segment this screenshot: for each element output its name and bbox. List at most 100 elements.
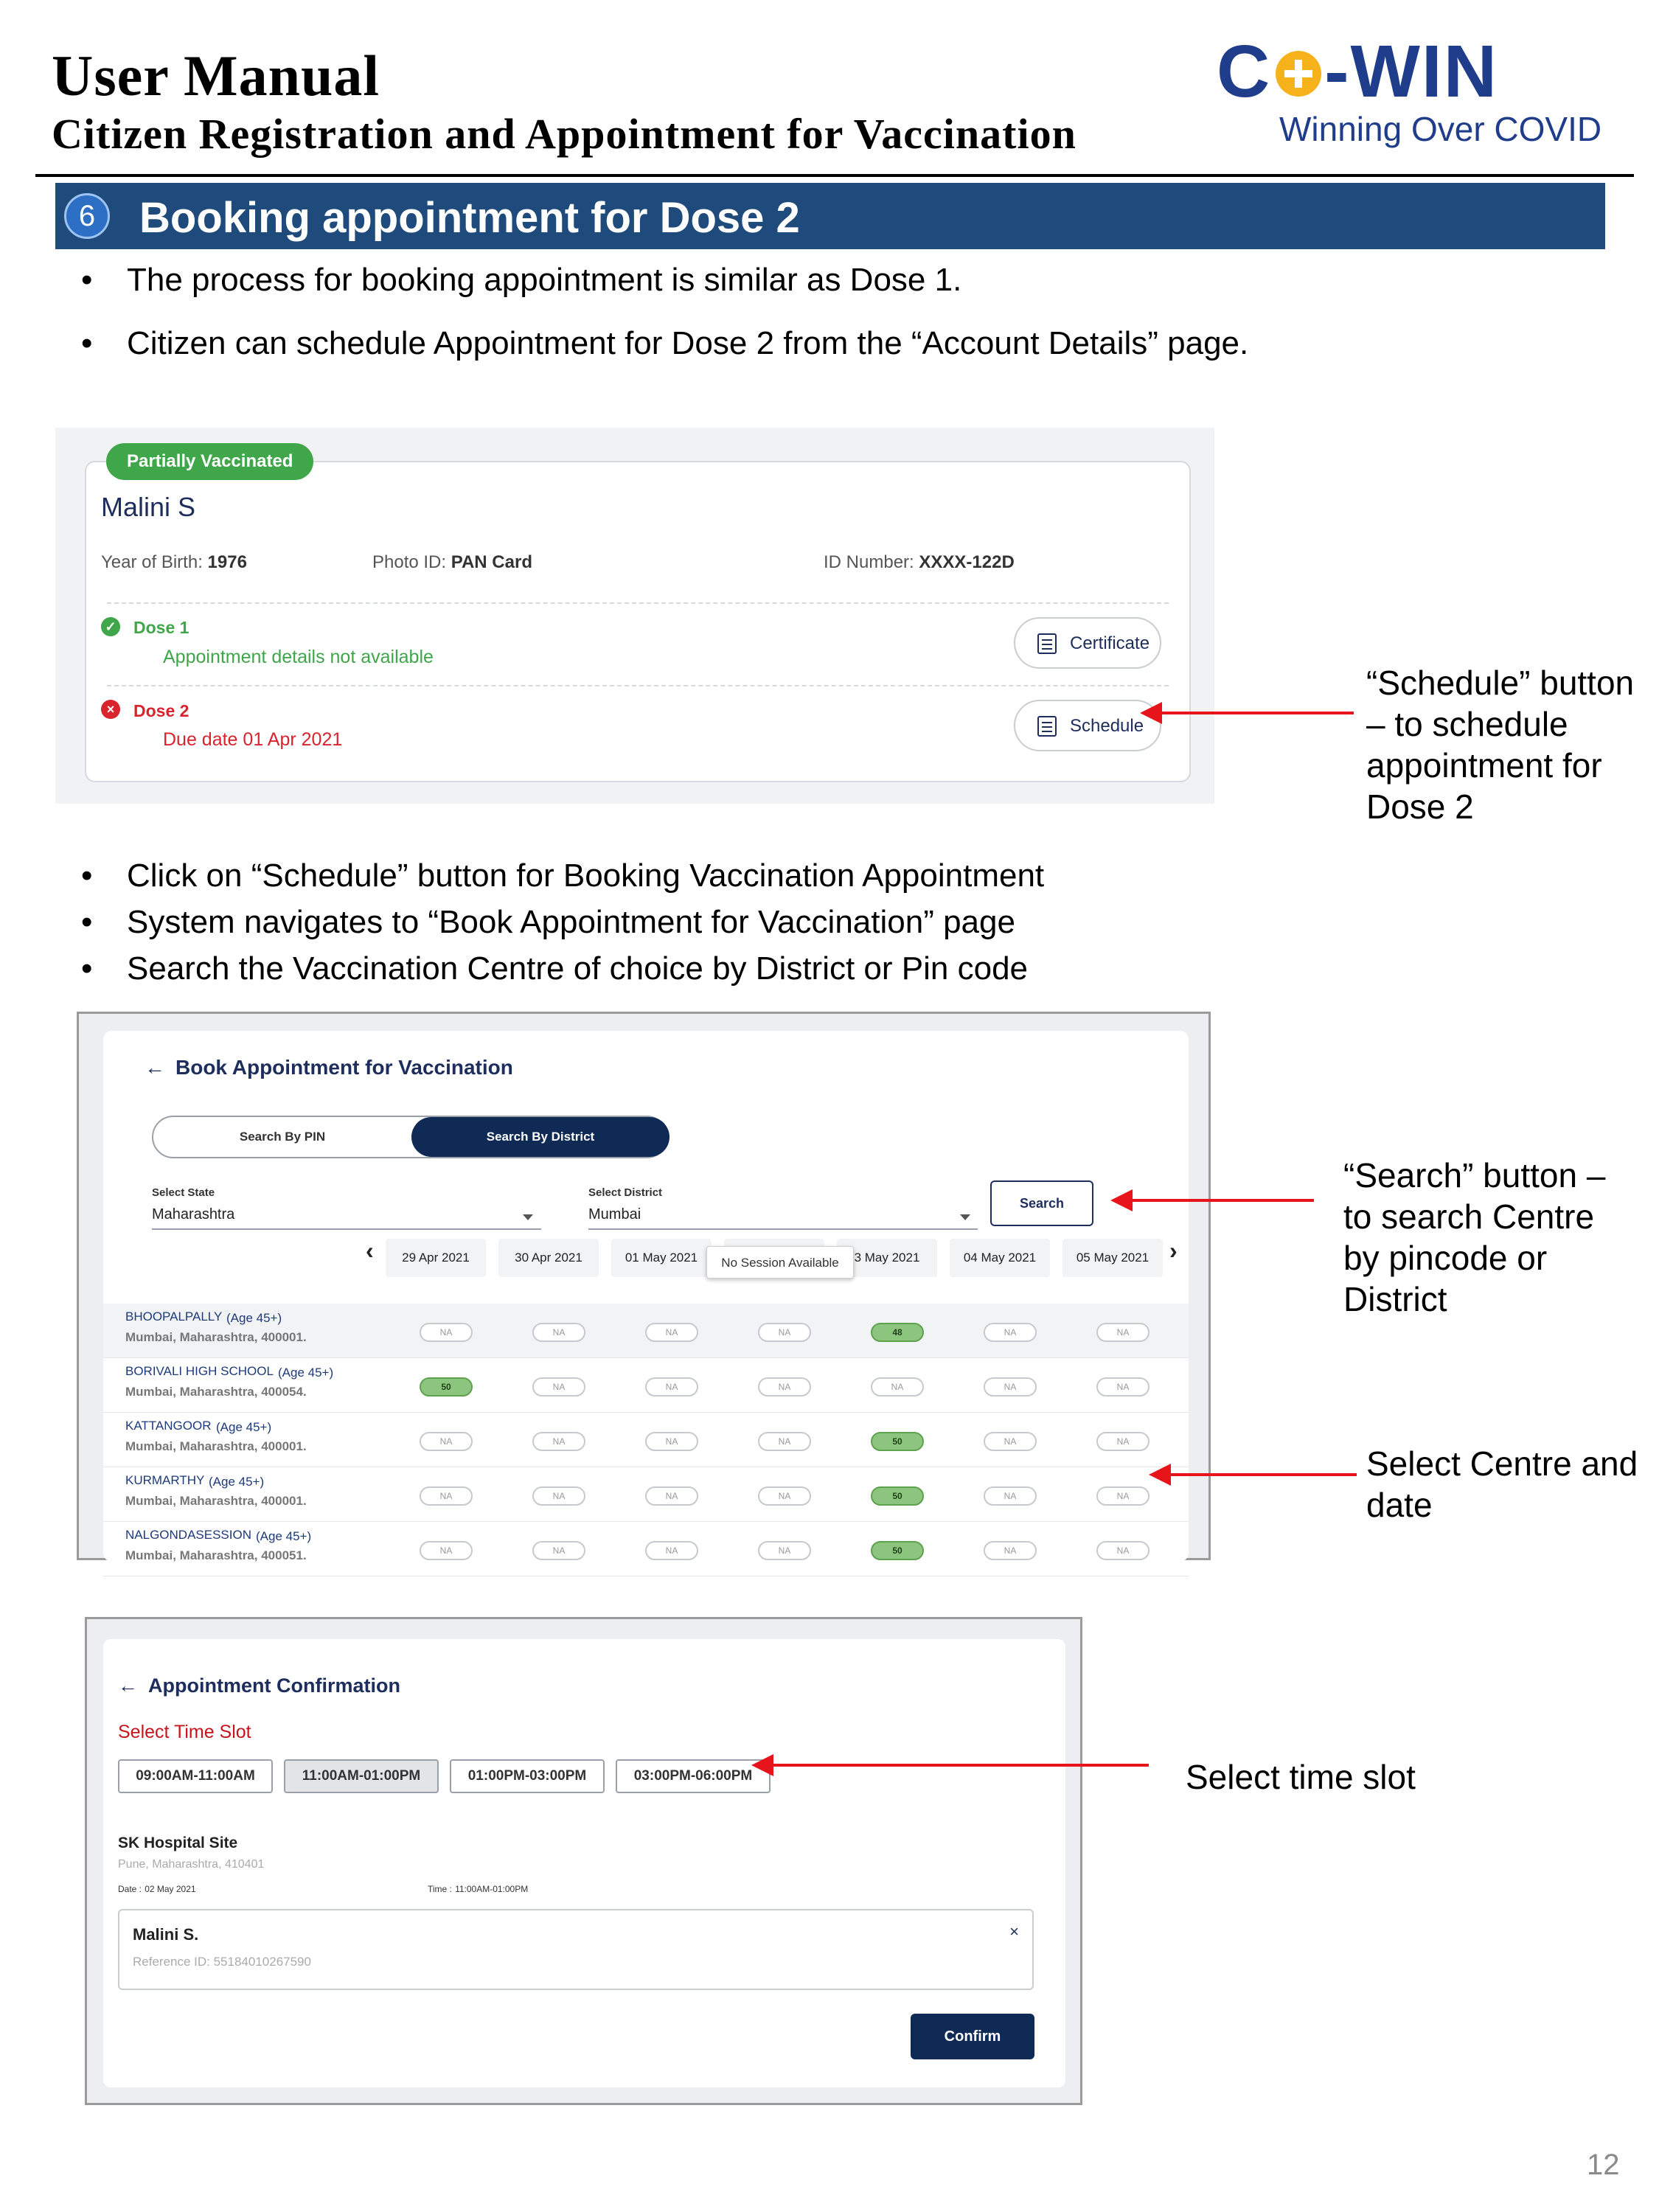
unavailable-slot-badge[interactable]: NA [420,1323,473,1342]
row-divider [107,685,1169,686]
district-select[interactable]: Mumbai [588,1206,641,1223]
unavailable-slot-badge[interactable]: NA [420,1541,473,1560]
state-dropdown-icon[interactable] [523,1214,533,1220]
unavailable-slot-badge[interactable]: NA [532,1323,585,1342]
certificate-button-label: Certificate [1070,633,1150,653]
tab-search-by-district[interactable]: Search By District [411,1117,669,1157]
unavailable-slot-badge[interactable]: NA [645,1432,698,1451]
unavailable-slot-badge[interactable]: NA [1096,1377,1150,1397]
table-row: KURMARTHY (Age 45+) Mumbai, Maharashtra, 4… [103,1467,1189,1522]
unavailable-slot-badge[interactable]: NA [1096,1541,1150,1560]
reference-id: Reference ID: 55184010267590 [133,1955,311,1969]
book-appointment-screenshot: ← Book Appointment for Vaccination Search… [77,1012,1211,1576]
chevron-left-icon[interactable]: ‹ [366,1237,374,1265]
check-icon: ✓ [101,617,120,636]
id-number: ID Number: XXXX-122D [824,552,1015,572]
available-slot-badge[interactable]: 48 [871,1323,924,1342]
center-name[interactable]: BORIVALI HIGH SCHOOL [125,1364,274,1379]
unavailable-slot-badge[interactable]: NA [420,1486,473,1506]
row-divider [107,602,1169,604]
unavailable-slot-badge[interactable]: NA [645,1377,698,1397]
available-slot-badge[interactable]: 50 [871,1486,924,1506]
beneficiary-card: Partially Vaccinated Malini S Year of Bi… [85,443,1191,782]
center-name[interactable]: BHOOPALPALLY [125,1310,222,1324]
chevron-right-icon[interactable]: › [1169,1237,1178,1265]
time-slot-button-selected[interactable]: 11:00AM-01:00PM [284,1759,439,1793]
unavailable-slot-badge[interactable]: NA [758,1486,811,1506]
search-button[interactable]: Search [990,1180,1093,1226]
unavailable-slot-badge[interactable]: NA [1096,1323,1150,1342]
unavailable-slot-badge[interactable]: NA [758,1377,811,1397]
appointment-time: Time : 11:00AM-01:00PM [428,1884,529,1894]
unavailable-slot-badge[interactable]: NA [984,1323,1037,1342]
available-slot-badge[interactable]: 50 [420,1377,473,1397]
section-title: Booking appointment for Dose 2 [139,194,800,242]
search-mode-toggle: Search By PIN Search By District [152,1116,669,1158]
back-arrow-icon[interactable]: ← [145,1056,165,1079]
dose2-title: Dose 2 [133,701,189,720]
search-arrow [1110,1189,1314,1211]
state-underline [152,1228,541,1230]
time-slot-button[interactable]: 03:00PM-06:00PM [616,1759,771,1793]
center-name[interactable]: KURMARTHY [125,1473,204,1488]
schedule-button[interactable]: Schedule [1014,700,1161,751]
bullet-item: The process for booking appointment is s… [81,264,1248,297]
unavailable-slot-badge[interactable]: NA [532,1377,585,1397]
unavailable-slot-badge[interactable]: NA [758,1541,811,1560]
manual-subtitle: Citizen Registration and Appointment for… [52,110,1077,158]
date-column-header[interactable]: 05 May 2021 [1062,1239,1163,1277]
back-arrow-icon[interactable]: ← [118,1674,138,1697]
unavailable-slot-badge[interactable]: NA [420,1432,473,1451]
center-name[interactable]: KATTANGOOR [125,1419,212,1433]
unavailable-slot-badge[interactable]: NA [758,1432,811,1451]
table-row: BHOOPALPALLY (Age 45+) Mumbai, Maharashtra… [103,1304,1189,1358]
confirm-button[interactable]: Confirm [911,2014,1034,2059]
unavailable-slot-badge[interactable]: NA [984,1377,1037,1397]
unavailable-slot-badge[interactable]: NA [984,1432,1037,1451]
district-dropdown-icon[interactable] [960,1214,970,1220]
manual-title: User Manual [52,44,380,108]
time-slot-button[interactable]: 01:00PM-03:00PM [450,1759,605,1793]
date-column-header[interactable]: 01 May 2021 [611,1239,712,1277]
appointment-date: Date : 02 May 2021 [118,1884,196,1894]
book-appointment-title: Book Appointment for Vaccination [175,1056,513,1079]
center-name[interactable]: NALGONDASESSION [125,1528,251,1543]
date-column-header[interactable]: 29 Apr 2021 [386,1239,486,1277]
tab-search-by-pin[interactable]: Search By PIN [153,1117,411,1157]
section-number: 6 [64,193,110,239]
schedule-annotation: “Schedule” button – to schedule appointm… [1366,664,1635,826]
dose1-detail: Appointment details not available [163,647,434,667]
steps-bullets: Click on “Schedule” button for Booking V… [81,860,1044,999]
close-icon[interactable]: × [1009,1922,1019,1941]
unavailable-slot-badge[interactable]: NA [645,1541,698,1560]
age-limit-label: (Age 45+) [226,1311,282,1325]
available-slot-badge[interactable]: 50 [871,1432,924,1451]
account-details-screenshot: Partially Vaccinated Malini S Year of Bi… [55,428,1214,804]
photo-id: Photo ID: PAN Card [372,552,532,572]
unavailable-slot-badge[interactable]: NA [1096,1432,1150,1451]
unavailable-slot-badge[interactable]: NA [532,1486,585,1506]
unavailable-slot-badge[interactable]: NA [984,1541,1037,1560]
book-appointment-card: ← Book Appointment for Vaccination Search… [103,1031,1189,1576]
unavailable-slot-badge[interactable]: NA [758,1323,811,1342]
unavailable-slot-badge[interactable]: NA [645,1323,698,1342]
certificate-button[interactable]: Certificate [1014,617,1161,669]
site-address: Pune, Maharashtra, 410401 [118,1858,265,1871]
date-column-header[interactable]: 04 May 2021 [950,1239,1050,1277]
unavailable-slot-badge[interactable]: NA [984,1486,1037,1506]
state-select[interactable]: Maharashtra [152,1206,234,1223]
age-limit-label: (Age 45+) [256,1529,312,1543]
table-row: BORIVALI HIGH SCHOOL (Age 45+) Mumbai, Mah… [103,1358,1189,1413]
center-address: Mumbai, Maharashtra, 400051. [125,1548,307,1562]
unavailable-slot-badge[interactable]: NA [871,1377,924,1397]
beneficiary-box: Malini S. Reference ID: 55184010267590 × [118,1909,1034,1990]
unavailable-slot-badge[interactable]: NA [645,1486,698,1506]
intro-bullets: The process for booking appointment is s… [81,264,1248,391]
time-slot-button[interactable]: 09:00AM-11:00AM [118,1759,273,1793]
available-slot-badge[interactable]: 50 [871,1541,924,1560]
unavailable-slot-badge[interactable]: NA [1096,1486,1150,1506]
unavailable-slot-badge[interactable]: NA [532,1541,585,1560]
date-column-header[interactable]: 30 Apr 2021 [498,1239,599,1277]
bullet-item: Click on “Schedule” button for Booking V… [81,860,1044,893]
unavailable-slot-badge[interactable]: NA [532,1432,585,1451]
